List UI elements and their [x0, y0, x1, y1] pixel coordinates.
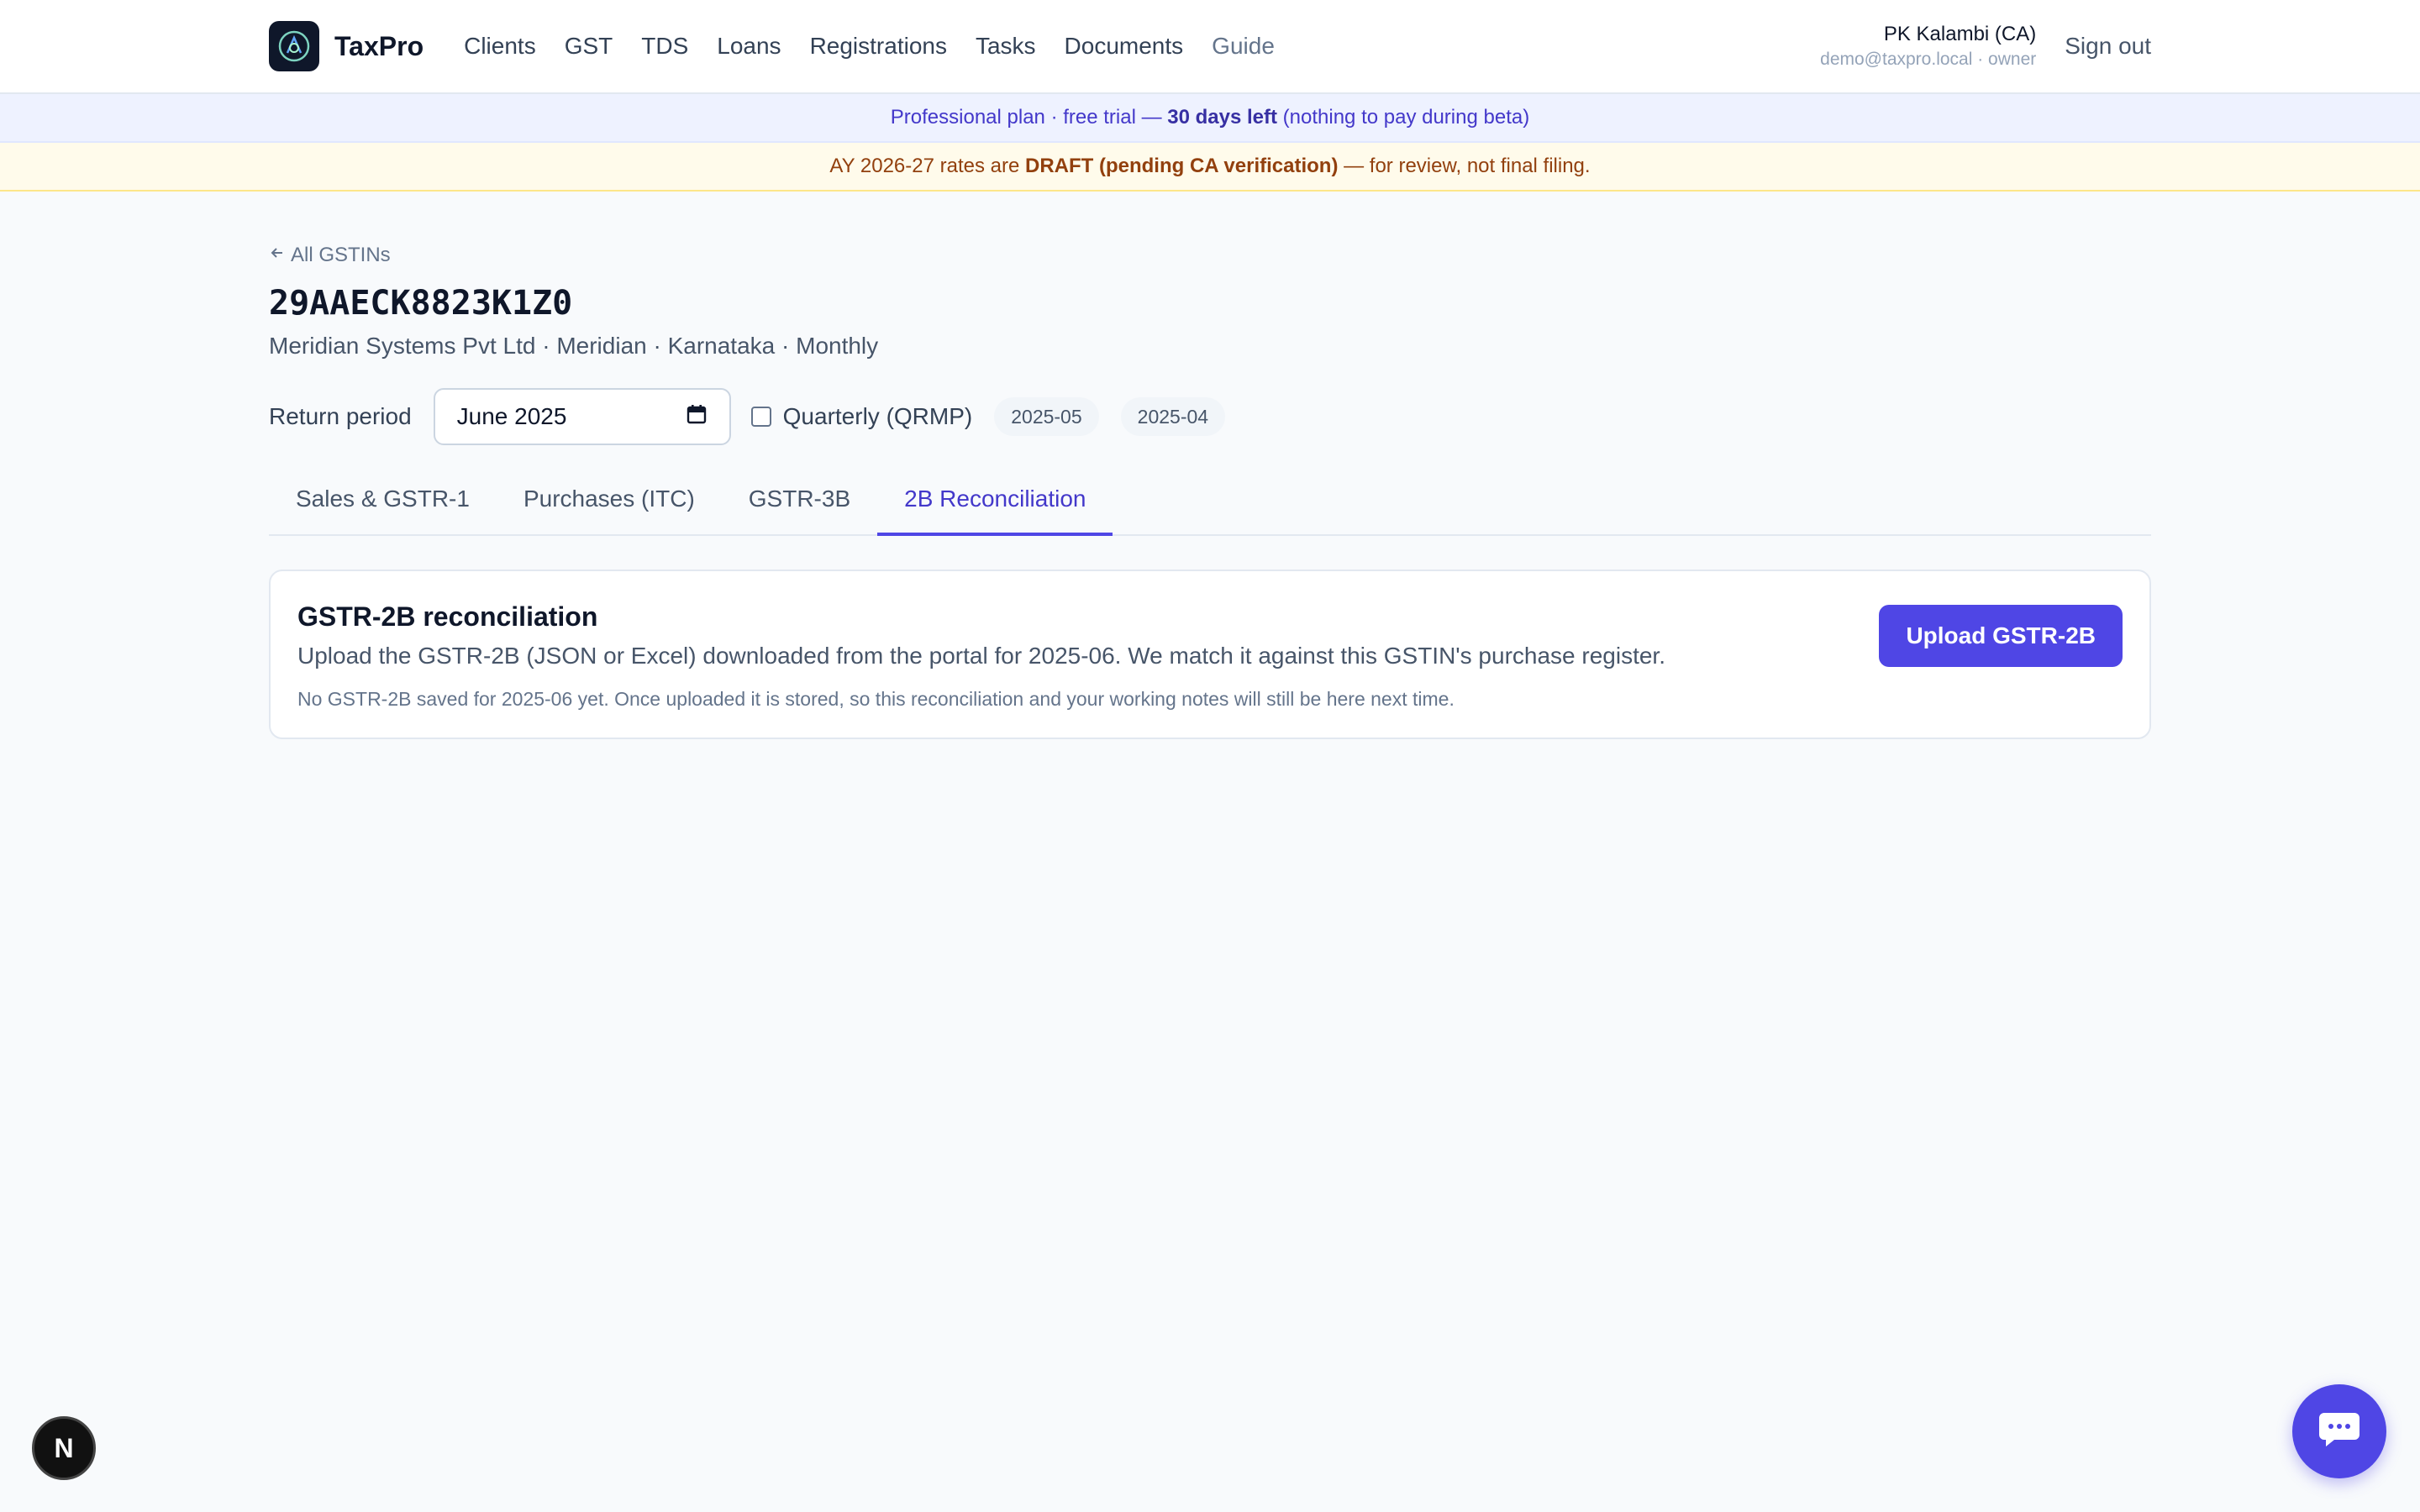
brand-name[interactable]: TaxPro: [334, 31, 424, 62]
tab-gstr3b[interactable]: GSTR-3B: [722, 467, 877, 534]
chat-bubble-icon: [2317, 1410, 2361, 1454]
tab-purchases-itc[interactable]: Purchases (ITC): [497, 467, 722, 534]
draft-banner-prefix: AY 2026-27 rates are: [829, 155, 1025, 177]
gstin-subtitle: Meridian Systems Pvt Ltd · Meridian · Ka…: [269, 333, 879, 359]
period-chip-2025-05[interactable]: 2025-05: [994, 397, 1099, 436]
return-period-row: Return period June 2025 Quarterly (QRMP)…: [269, 388, 2151, 445]
chat-button[interactable]: [2292, 1384, 2386, 1478]
plan-days-left: 30 days left: [1167, 106, 1277, 129]
sign-out-button[interactable]: Sign out: [2065, 33, 2151, 60]
nav-guide[interactable]: Guide: [1212, 33, 1275, 60]
quarterly-label: Quarterly (QRMP): [782, 403, 973, 429]
user-info: PK Kalambi (CA) demo@taxpro.local · owne…: [1820, 23, 2036, 70]
dev-tools-badge[interactable]: N: [32, 1416, 96, 1480]
main-nav: Clients GST TDS Loans Registrations Task…: [464, 33, 1275, 60]
plan-banner-suffix: (nothing to pay during beta): [1277, 106, 1530, 129]
draft-rates-banner: AY 2026-27 rates are DRAFT (pending CA v…: [0, 143, 2420, 192]
quarterly-qrmp-toggle[interactable]: Quarterly (QRMP): [750, 403, 973, 430]
return-period-label: Return period: [269, 403, 412, 429]
nav-tasks[interactable]: Tasks: [976, 33, 1036, 60]
nav-loans[interactable]: Loans: [717, 33, 781, 60]
gstr2b-reconciliation-card: GSTR-2B reconciliation Upload the GSTR-2…: [269, 570, 2151, 739]
return-period-value: June 2025: [456, 403, 567, 429]
arrow-left-icon: [269, 244, 286, 267]
gst-tabs: Sales & GSTR-1 Purchases (ITC) GSTR-3B 2…: [269, 467, 2151, 536]
upload-gstr2b-button[interactable]: Upload GSTR-2B: [1879, 605, 2123, 667]
taxpro-logo-icon[interactable]: [269, 21, 319, 71]
period-chip-2025-04[interactable]: 2025-04: [1120, 397, 1226, 436]
nav-gst[interactable]: GST: [565, 33, 613, 60]
back-link-label: All GSTINs: [291, 244, 391, 266]
nav-clients[interactable]: Clients: [464, 33, 536, 60]
user-name: PK Kalambi (CA): [1883, 23, 2037, 45]
nav-documents[interactable]: Documents: [1065, 33, 1184, 60]
main-content: All GSTINs 29AAECK8823K1Z0 Meridian Syst…: [269, 244, 2151, 739]
return-period-input[interactable]: June 2025: [433, 388, 731, 445]
tab-sales-gstr1[interactable]: Sales & GSTR-1: [269, 467, 497, 534]
back-link-all-gstins[interactable]: All GSTINs: [269, 244, 2151, 267]
nav-tds[interactable]: TDS: [641, 33, 688, 60]
calendar-icon[interactable]: [686, 403, 708, 431]
plan-banner: Professional plan · free trial — 30 days…: [0, 94, 2420, 143]
user-email-role: demo@taxpro.local · owner: [1820, 50, 2037, 69]
nav-registrations[interactable]: Registrations: [810, 33, 947, 60]
card-note: No GSTR-2B saved for 2025-06 yet. Once u…: [297, 688, 1455, 710]
draft-banner-suffix: — for review, not final filing.: [1338, 155, 1591, 177]
quarterly-checkbox[interactable]: [750, 407, 771, 427]
tab-2b-reconciliation[interactable]: 2B Reconciliation: [877, 467, 1113, 536]
card-description: Upload the GSTR-2B (JSON or Excel) downl…: [297, 643, 1665, 669]
page-title-gstin: 29AAECK8823K1Z0: [269, 284, 573, 323]
top-navbar: TaxPro Clients GST TDS Loans Registratio…: [0, 0, 2420, 94]
plan-banner-prefix: Professional plan · free trial —: [890, 106, 1168, 129]
card-title: GSTR-2B reconciliation: [297, 601, 598, 632]
draft-banner-highlight: DRAFT (pending CA verification): [1025, 155, 1339, 177]
